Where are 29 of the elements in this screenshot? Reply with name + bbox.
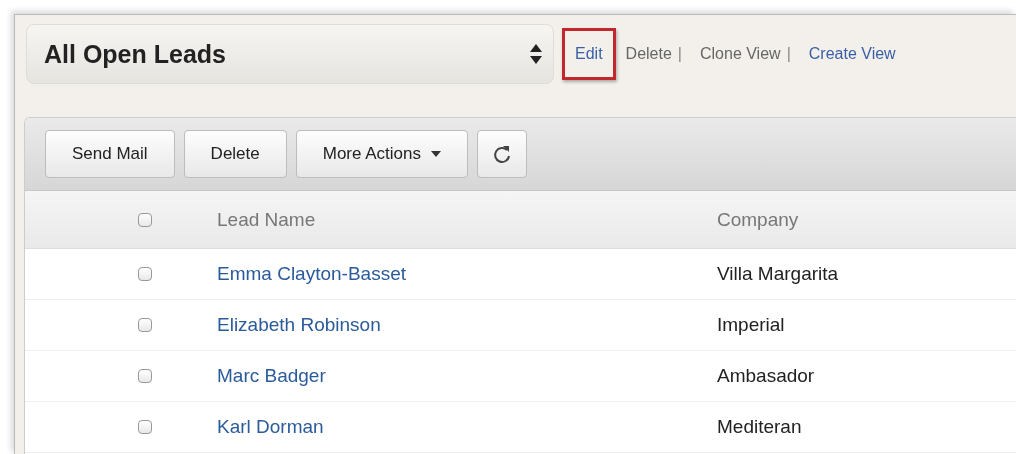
row-checkbox[interactable] — [138, 267, 152, 281]
lead-name-link[interactable]: Marc Badger — [217, 365, 326, 387]
lead-name-link[interactable]: Emma Clayton-Basset — [217, 263, 406, 285]
link-separator: | — [786, 45, 792, 63]
column-header[interactable]: Lead Name — [217, 208, 717, 231]
spinner-arrows-icon — [529, 43, 543, 65]
link-separator: | — [677, 45, 683, 63]
toolbar-button[interactable]: Send Mail — [45, 130, 175, 178]
more-actions-dropdown[interactable]: More Actions — [295, 130, 468, 178]
refresh-icon — [492, 144, 512, 164]
select-all-checkbox[interactable] — [138, 212, 152, 227]
row-checkbox[interactable] — [138, 420, 152, 434]
view-link[interactable]: Create View — [798, 31, 906, 77]
company-cell: Villa Margarita — [717, 263, 839, 285]
company-cell: Imperial — [717, 314, 785, 336]
lead-name-link[interactable]: Elizabeth Robinson — [217, 314, 381, 336]
company-cell: Mediteran — [717, 416, 802, 438]
toolbar-button[interactable]: Delete — [183, 130, 287, 178]
view-link[interactable]: Clone View — [690, 31, 787, 77]
refresh-button[interactable] — [477, 130, 527, 178]
caret-icon — [431, 151, 441, 157]
company-cell: Ambasador — [717, 365, 815, 387]
view-select[interactable]: All Open Leads — [26, 24, 554, 84]
column-header[interactable]: Company — [717, 208, 1016, 231]
row-checkbox[interactable] — [138, 318, 152, 332]
row-checkbox[interactable] — [138, 369, 152, 383]
lead-name-link[interactable]: Karl Dorman — [217, 416, 324, 438]
view-link[interactable]: Edit — [562, 28, 616, 80]
view-link[interactable]: Delete — [615, 31, 678, 77]
